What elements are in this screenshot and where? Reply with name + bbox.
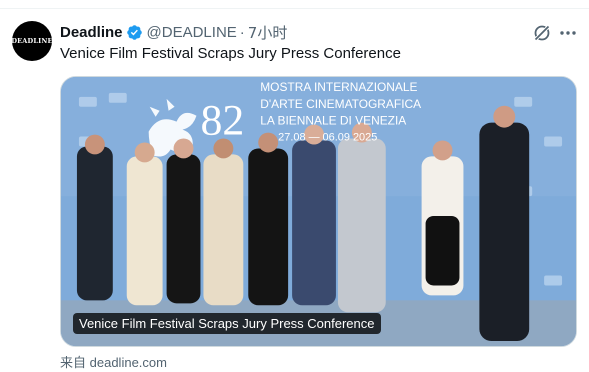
verified-badge-icon bbox=[126, 24, 142, 40]
link-card[interactable]: 82 MOSTRA INTERNAZIONALE D'ARTE CINEMATOGR… bbox=[60, 76, 577, 347]
tweet-timestamp[interactable]: 7小时 bbox=[248, 22, 288, 43]
tweet-text: Venice Film Festival Scraps Jury Press C… bbox=[60, 45, 401, 62]
header-separator: · bbox=[239, 23, 245, 41]
grok-icon[interactable] bbox=[532, 23, 552, 43]
more-dots-icon[interactable] bbox=[558, 23, 578, 43]
source-domain[interactable]: deadline.com bbox=[90, 355, 167, 370]
backdrop-title-line: LA BIENNALE DI VENEZIA bbox=[260, 114, 406, 128]
tweet-header: Deadline @DEADLINE · 7小时 bbox=[60, 22, 287, 42]
author-display-name[interactable]: Deadline bbox=[60, 24, 123, 41]
backdrop-title-line: MOSTRA INTERNAZIONALE bbox=[260, 80, 417, 94]
card-image: 82 MOSTRA INTERNAZIONALE D'ARTE CINEMATOGR… bbox=[61, 77, 576, 346]
avatar-logo-text: DEADLINE bbox=[12, 37, 52, 45]
top-divider bbox=[0, 8, 589, 9]
backdrop-title-line: D'ARTE CINEMATOGRAFICA bbox=[260, 97, 421, 111]
backdrop-dates: 27.08 — 06.09 2025 bbox=[278, 132, 377, 144]
link-source[interactable]: 来自 deadline.com bbox=[60, 352, 167, 371]
author-handle[interactable]: @DEADLINE bbox=[147, 24, 237, 41]
source-prefix: 来自 bbox=[60, 356, 87, 371]
backdrop-number: 82 bbox=[200, 97, 244, 145]
avatar[interactable]: DEADLINE bbox=[12, 21, 52, 61]
card-caption: Venice Film Festival Scraps Jury Press C… bbox=[73, 313, 381, 334]
